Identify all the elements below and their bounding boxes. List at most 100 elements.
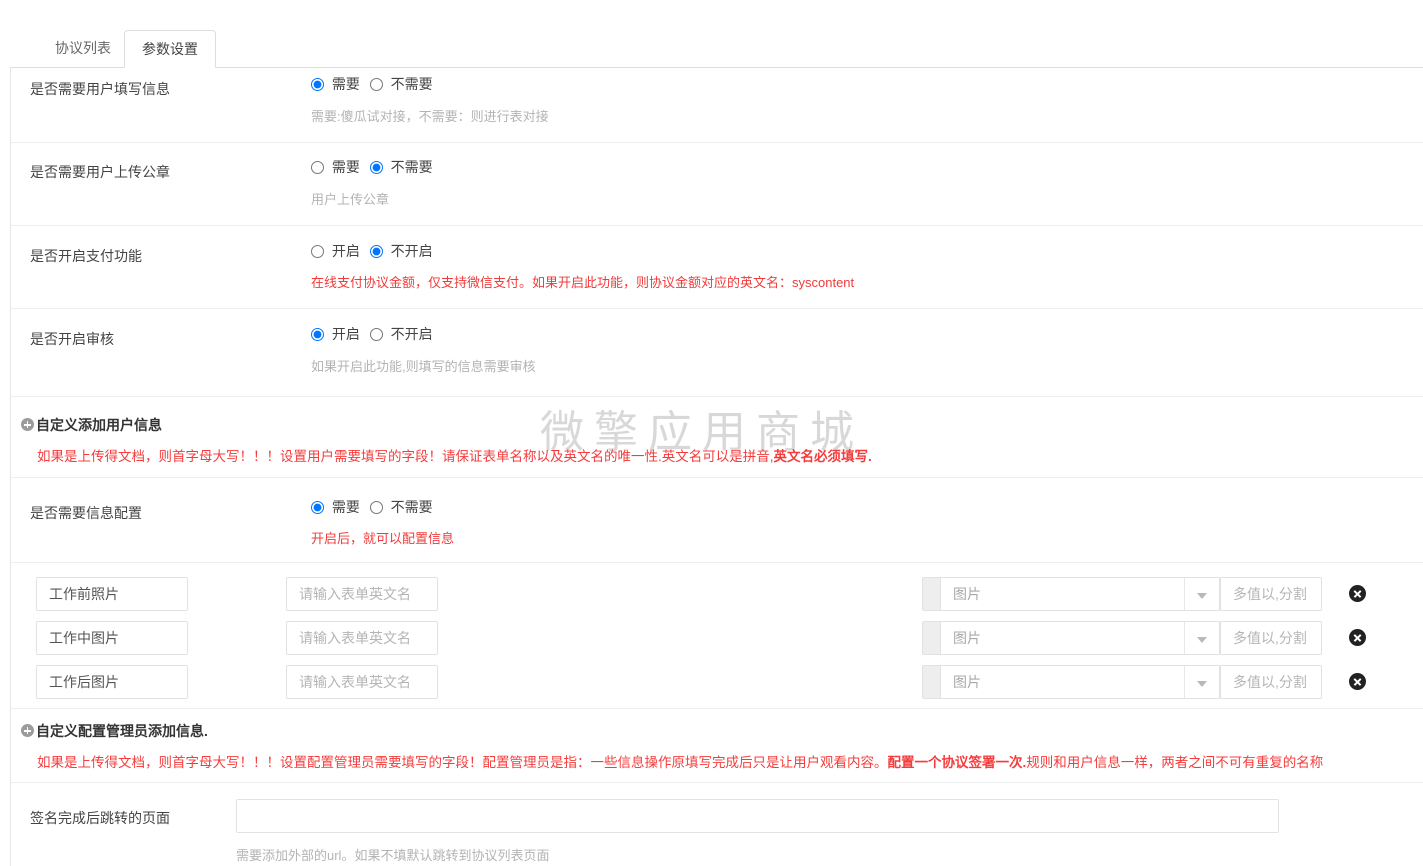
radio-option-upload-seal-1[interactable]: 不需要 [369,157,433,177]
radio-input-user-fill-info-0[interactable] [311,78,324,91]
radio-group-user-fill-info[interactable]: 需要 不需要 [311,74,439,94]
chevron-down-icon[interactable] [1197,593,1207,599]
radio-input-upload-seal-0[interactable] [311,161,324,174]
radio-label-user-fill-info-0: 需要 [331,76,360,92]
radio-option-user-fill-info-0[interactable]: 需要 [311,74,360,94]
radio-input-user-fill-info-1[interactable] [369,78,383,91]
radio-option-enable-payment-0[interactable]: 开启 [311,241,360,261]
row-separator-8 [11,782,1423,783]
field-name-input-0[interactable] [36,577,188,611]
radio-option-user-fill-info-1[interactable]: 不需要 [369,74,433,94]
tab-bar: 协议列表 参数设置 [0,0,1423,68]
row-separator-5 [11,477,1423,478]
label-user-fill-info: 是否需要用户填写信息 [30,81,170,97]
radio-option-enable-payment-1[interactable]: 不开启 [369,241,433,261]
select-divider-0 [1184,578,1185,610]
radio-input-need-info-config-1[interactable] [369,501,383,514]
select-divider-2 [1184,666,1185,698]
section-note-admin-info-plain-2: 规则和用户信息一样，两者之间不可有重复的名称 [1026,755,1324,770]
label-enable-payment: 是否开启支付功能 [30,248,142,264]
tab-protocol-list[interactable]: 协议列表 [38,30,128,68]
label-enable-review: 是否开启审核 [30,331,114,347]
radio-input-enable-review-0[interactable] [311,328,324,341]
plus-circle-icon[interactable] [21,724,34,737]
row-separator-4 [11,396,1423,397]
field-name-input-1[interactable] [36,621,188,655]
field-type-addon-1 [922,621,940,655]
radio-label-enable-payment-0: 开启 [331,243,360,259]
left-rail-divider [10,68,11,866]
radio-option-enable-review-0[interactable]: 开启 [311,324,360,344]
section-header-user-info: 自定义添加用户信息 [21,415,162,435]
section-header-admin-info: 自定义配置管理员添加信息. [21,721,208,741]
radio-group-upload-seal[interactable]: 需要 不需要 [311,157,439,177]
field-english-name-input-2[interactable] [286,665,438,699]
section-note-user-info: 如果是上传得文档，则首字母大写！！！设置用户需要填写的字段！请保证表单名称以及英… [37,445,872,465]
field-multivalue-input-2[interactable] [1220,665,1322,699]
radio-label-user-fill-info-1: 不需要 [390,76,433,92]
chevron-down-icon[interactable] [1197,637,1207,643]
field-type-addon-2 [922,665,940,699]
radio-label-upload-seal-0: 需要 [331,159,360,175]
field-type-select-value-0: 图片 [953,586,981,602]
radio-input-enable-payment-0[interactable] [311,245,324,258]
field-type-select-2[interactable]: 图片 [940,665,1220,699]
tab-parameter-settings[interactable]: 参数设置 [124,30,216,68]
radio-input-enable-review-1[interactable] [369,328,383,341]
row-separator-7 [11,708,1423,709]
chevron-down-icon[interactable] [1197,681,1207,687]
radio-group-need-info-config[interactable]: 需要 不需要 [311,497,439,517]
field-english-name-input-0[interactable] [286,577,438,611]
radio-input-need-info-config-0[interactable] [311,501,324,514]
radio-label-enable-payment-1: 不开启 [390,243,433,259]
select-divider-1 [1184,622,1185,654]
radio-input-upload-seal-1[interactable] [369,161,383,174]
plus-circle-icon[interactable] [21,418,34,431]
field-name-input-2[interactable] [36,665,188,699]
field-type-select-0[interactable]: 图片 [940,577,1220,611]
field-english-name-input-1[interactable] [286,621,438,655]
radio-option-need-info-config-0[interactable]: 需要 [311,497,360,517]
help-need-info-config: 开启后，就可以配置信息 [311,531,455,546]
section-title-user-info: 自定义添加用户信息 [36,417,162,433]
help-user-fill-info: 需要:傻瓜试对接，不需要：则进行表对接 [311,109,549,124]
field-multivalue-input-1[interactable] [1220,621,1322,655]
radio-option-need-info-config-1[interactable]: 不需要 [369,497,433,517]
redirect-url-input[interactable] [236,799,1279,833]
field-type-select-value-2: 图片 [953,674,981,690]
label-redirect-page: 签名完成后跳转的页面 [30,810,170,826]
radio-label-enable-review-1: 不开启 [390,326,433,342]
delete-circle-icon-2[interactable] [1349,673,1366,690]
section-note-user-info-bold: 英文名必须填写. [773,449,872,464]
row-separator-6 [11,562,1423,563]
help-redirect-page: 需要添加外部的url。如果不填默认跳转到协议列表页面 [236,848,550,863]
radio-group-enable-review[interactable]: 开启 不开启 [311,324,439,344]
help-upload-seal: 用户上传公章 [311,192,390,207]
radio-label-upload-seal-1: 不需要 [390,159,433,175]
tab-underline [10,67,1423,68]
help-enable-review: 如果开启此功能,则填写的信息需要审核 [311,359,536,374]
field-type-select-value-1: 图片 [953,630,981,646]
radio-input-enable-payment-1[interactable] [369,245,383,258]
label-upload-seal: 是否需要用户上传公章 [30,164,170,180]
row-separator-1 [11,142,1423,143]
radio-option-upload-seal-0[interactable]: 需要 [311,157,360,177]
row-separator-3 [11,308,1423,309]
delete-circle-icon-0[interactable] [1349,585,1366,602]
radio-label-need-info-config-0: 需要 [331,499,360,515]
settings-panel [0,68,1423,866]
field-type-addon-0 [922,577,940,611]
radio-option-enable-review-1[interactable]: 不开启 [369,324,433,344]
section-note-admin-info: 如果是上传得文档，则首字母大写！！！设置配置管理员需要填写的字段！配置管理员是指… [37,751,1323,771]
radio-label-enable-review-0: 开启 [331,326,360,342]
help-enable-payment: 在线支付协议金额，仅支持微信支付。如果开启此功能，则协议金额对应的英文名：sys… [311,275,855,290]
delete-circle-icon-1[interactable] [1349,629,1366,646]
section-title-admin-info: 自定义配置管理员添加信息. [36,723,208,739]
section-note-user-info-plain: 如果是上传得文档，则首字母大写！！！设置用户需要填写的字段！请保证表单名称以及英… [37,449,774,464]
field-type-select-1[interactable]: 图片 [940,621,1220,655]
field-multivalue-input-0[interactable] [1220,577,1322,611]
radio-label-need-info-config-1: 不需要 [390,499,433,515]
label-need-info-config: 是否需要信息配置 [30,505,142,521]
row-separator-2 [11,225,1423,226]
radio-group-enable-payment[interactable]: 开启 不开启 [311,241,439,261]
